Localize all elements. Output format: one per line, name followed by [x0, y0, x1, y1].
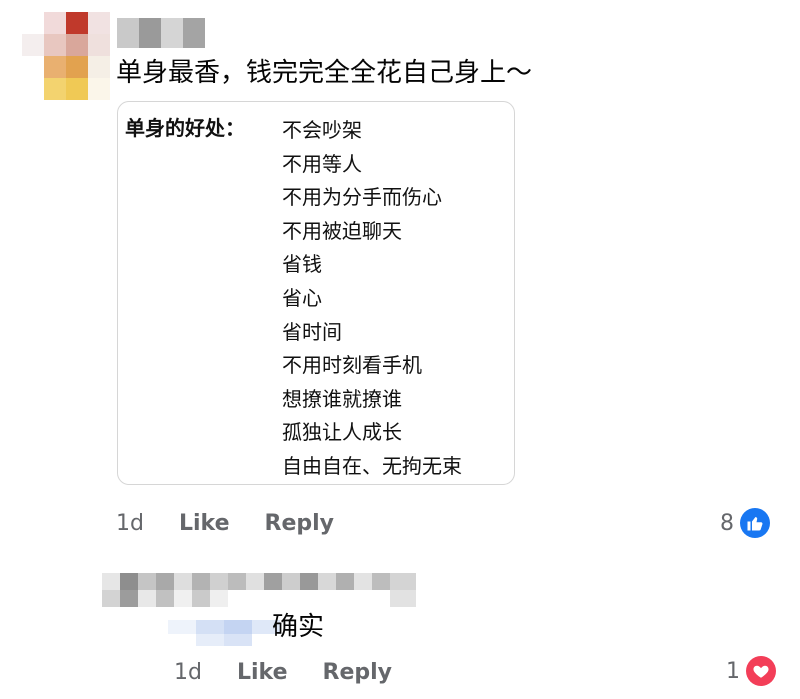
pixelated-tag-image — [168, 614, 280, 648]
list-item: 省时间 — [282, 319, 342, 344]
pixelated-avatar-image — [22, 12, 110, 100]
list-item: 不用被迫聊天 — [282, 218, 402, 243]
list-item: 不用时刻看手机 — [282, 353, 422, 378]
like-button[interactable]: Like — [179, 511, 230, 536]
pixelated-name-image — [102, 573, 416, 607]
reply-actions: 1d Like Reply — [174, 660, 392, 685]
like-button[interactable]: Like — [237, 660, 288, 685]
reaction-summary[interactable]: 1 — [726, 656, 776, 686]
attachment-list: 不会吵架 不用等人 不用为分手而伤心 不用被迫聊天 省钱 省心 省时间 不用时刻… — [282, 114, 462, 484]
comment-actions: 1d Like Reply — [116, 511, 334, 536]
thumbs-up-icon — [740, 508, 770, 538]
list-item: 省钱 — [282, 252, 322, 277]
reply-author-redacted[interactable] — [102, 573, 416, 607]
timestamp[interactable]: 1d — [174, 660, 202, 685]
list-item: 想撩谁就撩谁 — [282, 386, 402, 411]
timestamp[interactable]: 1d — [116, 511, 144, 536]
list-item: 省心 — [282, 285, 322, 310]
author-name-redacted[interactable] — [117, 18, 205, 48]
reply-text: 确实 — [272, 612, 325, 642]
avatar[interactable] — [22, 12, 110, 100]
list-item: 不用等人 — [282, 151, 362, 176]
list-item: 孤独让人成长 — [282, 420, 402, 445]
pixelated-name-image — [117, 18, 205, 48]
comment-text: 单身最香，钱完完全全花自己身上～ — [116, 58, 533, 88]
reply-button[interactable]: Reply — [323, 660, 393, 685]
reaction-count: 1 — [726, 658, 740, 684]
list-item: 不用为分手而伤心 — [282, 185, 442, 210]
heart-icon — [746, 656, 776, 686]
mentioned-user-tag-redacted[interactable] — [168, 614, 280, 648]
attachment-heading: 单身的好处： — [125, 116, 245, 140]
reaction-count: 8 — [720, 510, 734, 536]
list-item: 自由自在、无拘无束 — [282, 453, 462, 478]
reaction-summary[interactable]: 8 — [720, 508, 770, 538]
list-item: 不会吵架 — [282, 118, 362, 142]
reply-button[interactable]: Reply — [265, 511, 335, 536]
